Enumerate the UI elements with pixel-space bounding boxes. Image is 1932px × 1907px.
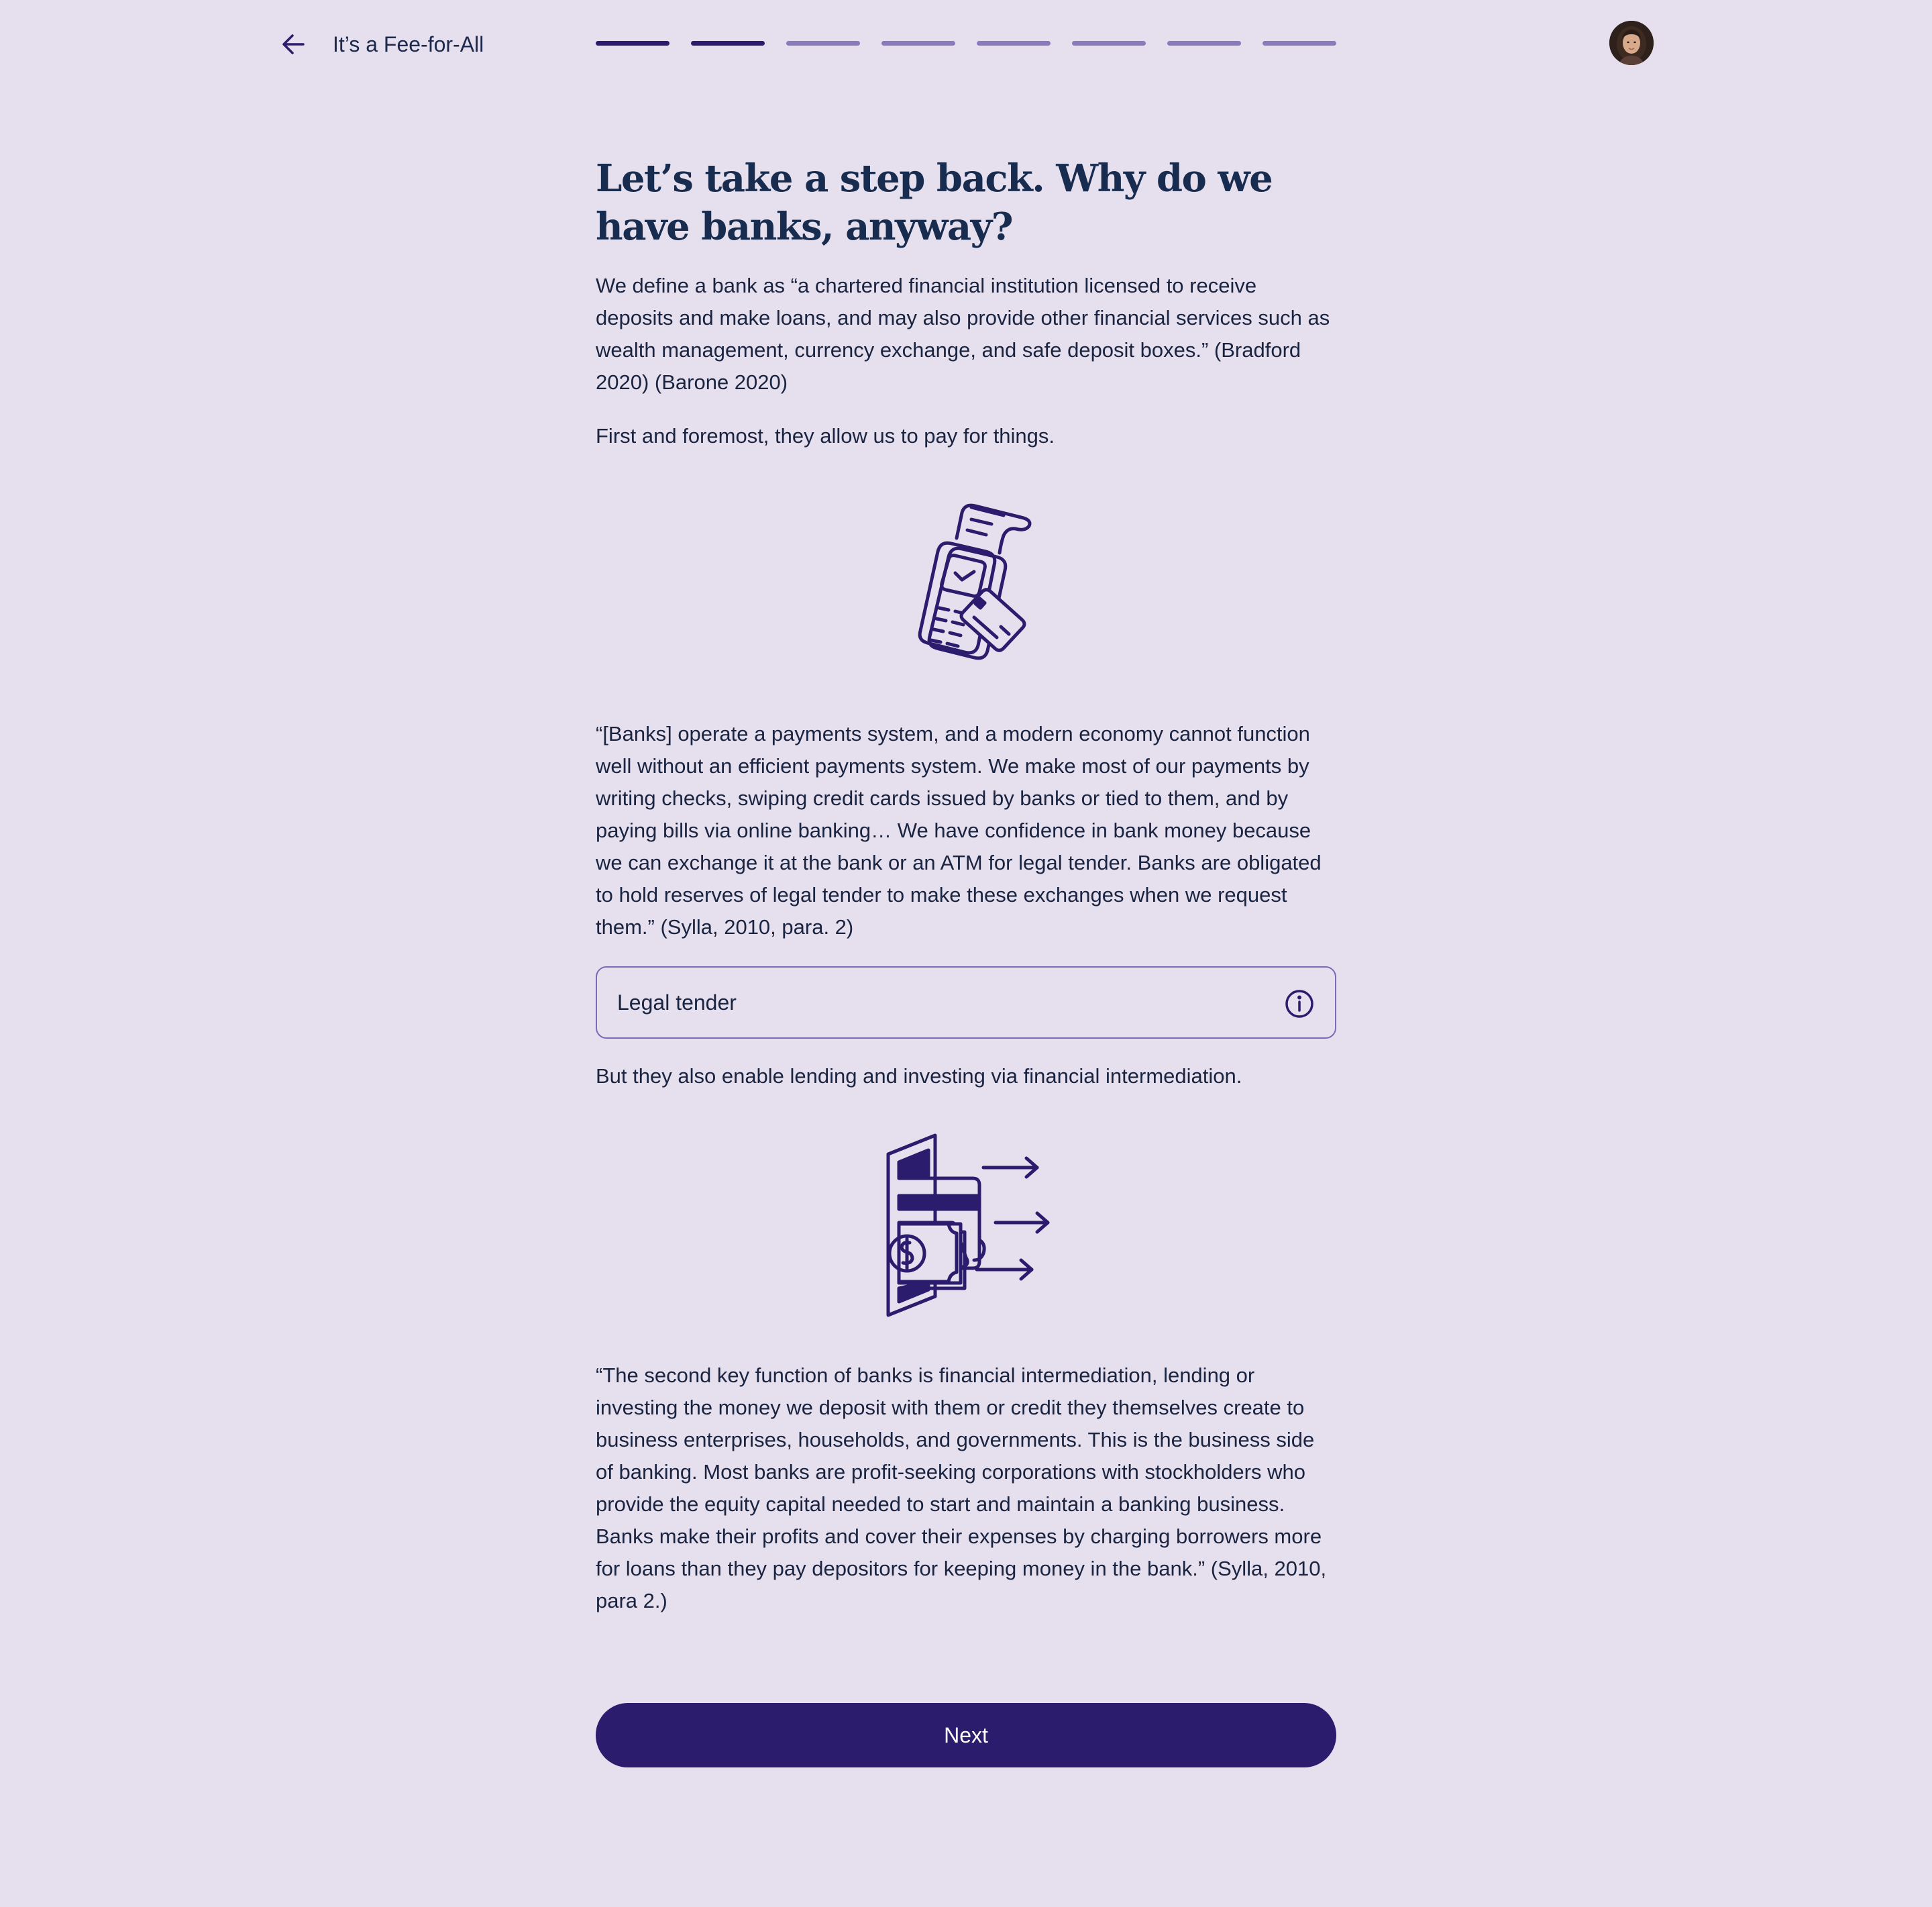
top-bar: It’s a Fee-for-All bbox=[0, 0, 1932, 87]
intermediation-illustration bbox=[596, 1130, 1336, 1321]
bank-definition: We define a bank as “a chartered financi… bbox=[596, 274, 1330, 394]
progress-step bbox=[786, 41, 860, 46]
lesson-content: Let’s take a step back. Why do we have b… bbox=[596, 148, 1336, 1617]
progress-step bbox=[1167, 41, 1241, 46]
legal-tender-term[interactable]: Legal tender bbox=[596, 966, 1336, 1039]
term-label: Legal tender bbox=[617, 990, 737, 1015]
progress-step bbox=[1263, 41, 1336, 46]
course-title: It’s a Fee-for-All bbox=[333, 32, 484, 56]
arrow-left-icon bbox=[279, 30, 309, 59]
payment-terminal-icon bbox=[876, 493, 1056, 672]
page-title: Let’s take a step back. Why do we have b… bbox=[596, 156, 1273, 249]
progress-step bbox=[977, 41, 1051, 46]
first-point: First and foremost, they allow us to pay… bbox=[596, 424, 1055, 448]
user-avatar[interactable] bbox=[1609, 21, 1654, 65]
progress-step bbox=[881, 41, 955, 46]
intermediation-quote: “The second key function of banks is fin… bbox=[596, 1363, 1327, 1612]
next-button[interactable]: Next bbox=[596, 1703, 1336, 1767]
progress-step bbox=[596, 41, 669, 46]
payments-quote: “[Banks] operate a payments system, and … bbox=[596, 722, 1322, 939]
second-point: But they also enable lending and investi… bbox=[596, 1064, 1242, 1088]
info-icon[interactable] bbox=[1284, 988, 1315, 1019]
progress-step bbox=[691, 41, 765, 46]
back-button[interactable] bbox=[279, 30, 309, 59]
wallet-money-out-icon bbox=[865, 1130, 1067, 1321]
progress-bar bbox=[596, 41, 1336, 46]
progress-step bbox=[1072, 41, 1146, 46]
payment-illustration bbox=[596, 493, 1336, 672]
